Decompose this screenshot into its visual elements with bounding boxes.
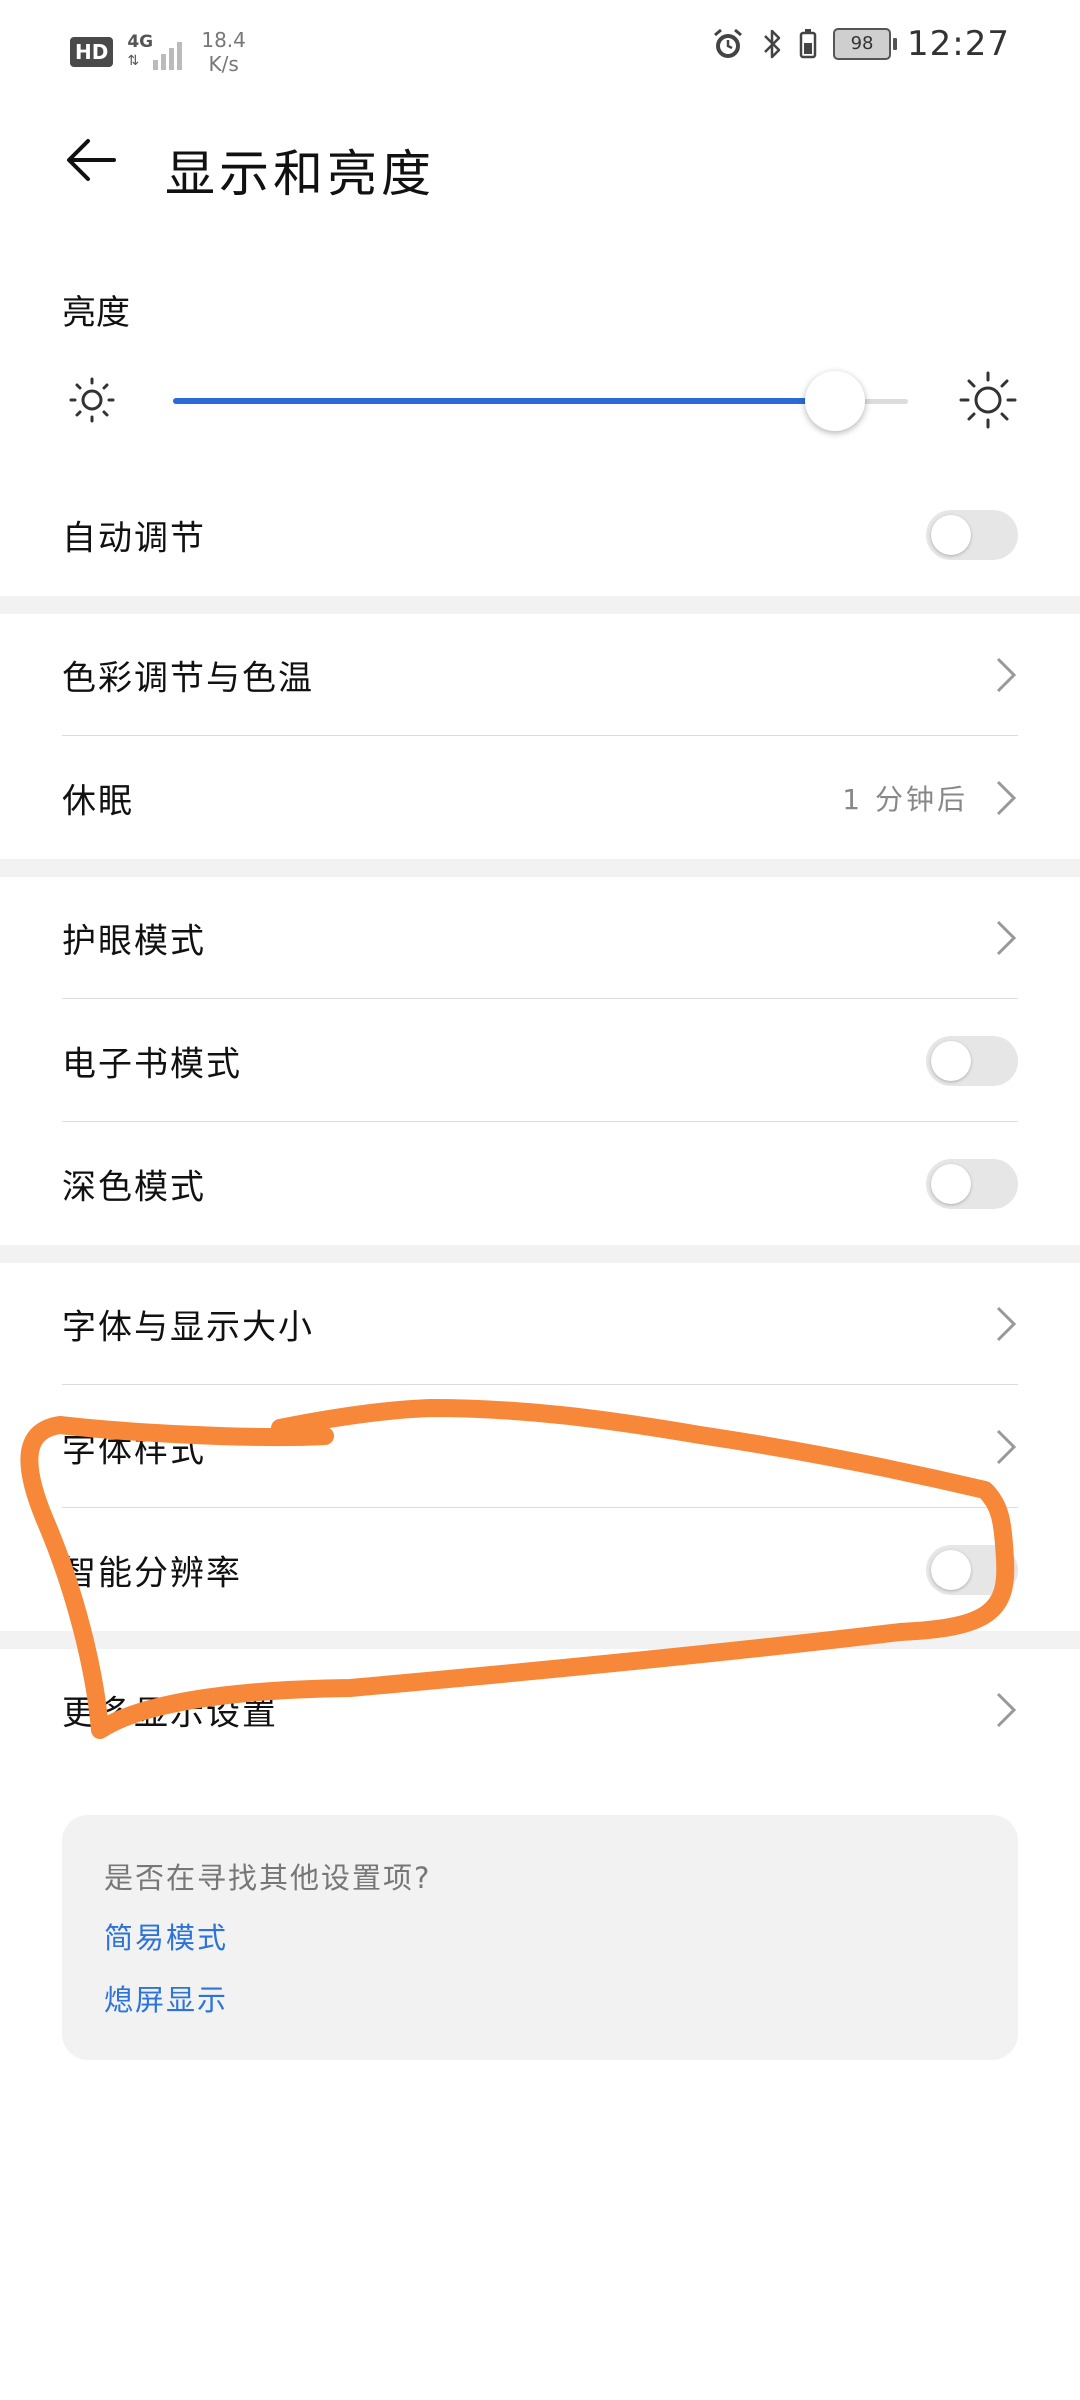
app-header: 显示和亮度 <box>0 110 1080 210</box>
toggle-knob <box>931 1164 971 1204</box>
more-display-settings-label: 更多显示设置 <box>62 1693 278 1734</box>
font-style-label: 字体样式 <box>62 1430 206 1471</box>
ebook-mode-toggle[interactable] <box>926 1036 1018 1086</box>
dark-mode-toggle[interactable] <box>926 1159 1018 1209</box>
suggestion-link-simple-mode[interactable]: 简易模式 <box>104 1915 228 1957</box>
section-gap <box>0 1245 1080 1263</box>
status-left: HD 4G ⇅ 18.4 K/s <box>70 28 246 76</box>
font-display-size-row[interactable]: 字体与显示大小 <box>0 1263 1080 1385</box>
alarm-icon <box>714 28 742 58</box>
slider-fill <box>173 398 835 404</box>
chevron-right-icon <box>996 1429 1017 1465</box>
hd-badge: HD <box>70 37 114 67</box>
chevron-right-icon <box>996 1692 1017 1728</box>
dark-mode-label: 深色模式 <box>62 1167 206 1208</box>
signal-icon: 4G ⇅ <box>127 32 197 72</box>
signal-bar <box>153 60 159 70</box>
brightness-slider[interactable] <box>173 371 908 431</box>
sun-bright-icon <box>959 371 1017 429</box>
dark-mode-row[interactable]: 深色模式 <box>0 1123 1080 1245</box>
battery-saver-icon <box>799 29 817 59</box>
auto-brightness-toggle[interactable] <box>926 510 1018 560</box>
suggestions-question: 是否在寻找其他设置项? <box>104 1861 432 1895</box>
network-speed-unit: K/s <box>208 52 239 76</box>
smart-resolution-toggle[interactable] <box>926 1545 1018 1595</box>
smart-resolution-row[interactable]: 智能分辨率 <box>0 1509 1080 1631</box>
eye-comfort-row[interactable]: 护眼模式 <box>0 877 1080 999</box>
battery-indicator: 98 <box>833 28 898 60</box>
suggestions-card: 是否在寻找其他设置项? 简易模式 熄屏显示 <box>62 1815 1018 2060</box>
brightness-label: 亮度 <box>62 293 130 333</box>
bluetooth-icon <box>764 29 781 59</box>
signal-bar <box>161 54 167 70</box>
ebook-mode-label: 电子书模式 <box>62 1044 242 1085</box>
section-gap <box>0 859 1080 877</box>
divider <box>62 1384 1018 1385</box>
section-gap <box>0 596 1080 614</box>
status-right: 98 12:27 <box>711 24 1010 64</box>
divider <box>62 998 1018 999</box>
toggle-knob <box>931 1041 971 1081</box>
divider <box>62 1121 1018 1122</box>
font-display-size-label: 字体与显示大小 <box>62 1307 314 1348</box>
back-arrow-icon[interactable] <box>62 130 122 190</box>
auto-brightness-row[interactable]: 自动调节 <box>0 474 1080 596</box>
page-title: 显示和亮度 <box>165 145 435 203</box>
divider <box>62 735 1018 736</box>
section-gap <box>0 1631 1080 1649</box>
more-display-settings-row[interactable]: 更多显示设置 <box>0 1649 1080 1771</box>
status-bar: HD 4G ⇅ 18.4 K/s 98 12:27 <box>0 0 1080 95</box>
chevron-right-icon <box>996 780 1017 816</box>
sun-dim-icon <box>69 377 115 423</box>
font-style-row[interactable]: 字体样式 <box>0 1386 1080 1508</box>
color-temperature-label: 色彩调节与色温 <box>62 658 314 699</box>
eye-comfort-label: 护眼模式 <box>62 921 206 962</box>
sleep-row[interactable]: 休眠 1 分钟后 <box>0 737 1080 859</box>
signal-bar <box>169 48 175 70</box>
chevron-right-icon <box>996 1306 1017 1342</box>
toggle-knob <box>931 515 971 555</box>
smart-resolution-label: 智能分辨率 <box>62 1553 242 1594</box>
sleep-label: 休眠 <box>62 781 134 822</box>
sleep-value: 1 分钟后 <box>842 783 968 816</box>
slider-thumb[interactable] <box>804 371 865 431</box>
data-arrows-icon: ⇅ <box>127 53 140 69</box>
toggle-knob <box>931 1550 971 1590</box>
color-temperature-row[interactable]: 色彩调节与色温 <box>0 614 1080 736</box>
chevron-right-icon <box>996 920 1017 956</box>
suggestion-link-always-on-display[interactable]: 熄屏显示 <box>104 1977 228 2019</box>
network-speed-value: 18.4 <box>201 28 246 52</box>
divider <box>62 1507 1018 1508</box>
auto-brightness-label: 自动调节 <box>62 518 206 559</box>
network-type: 4G <box>127 32 154 52</box>
chevron-right-icon <box>996 657 1017 693</box>
network-speed: 18.4 K/s <box>201 28 246 76</box>
clock: 12:27 <box>907 24 1010 64</box>
ebook-mode-row[interactable]: 电子书模式 <box>0 1000 1080 1122</box>
signal-bar <box>177 42 183 70</box>
